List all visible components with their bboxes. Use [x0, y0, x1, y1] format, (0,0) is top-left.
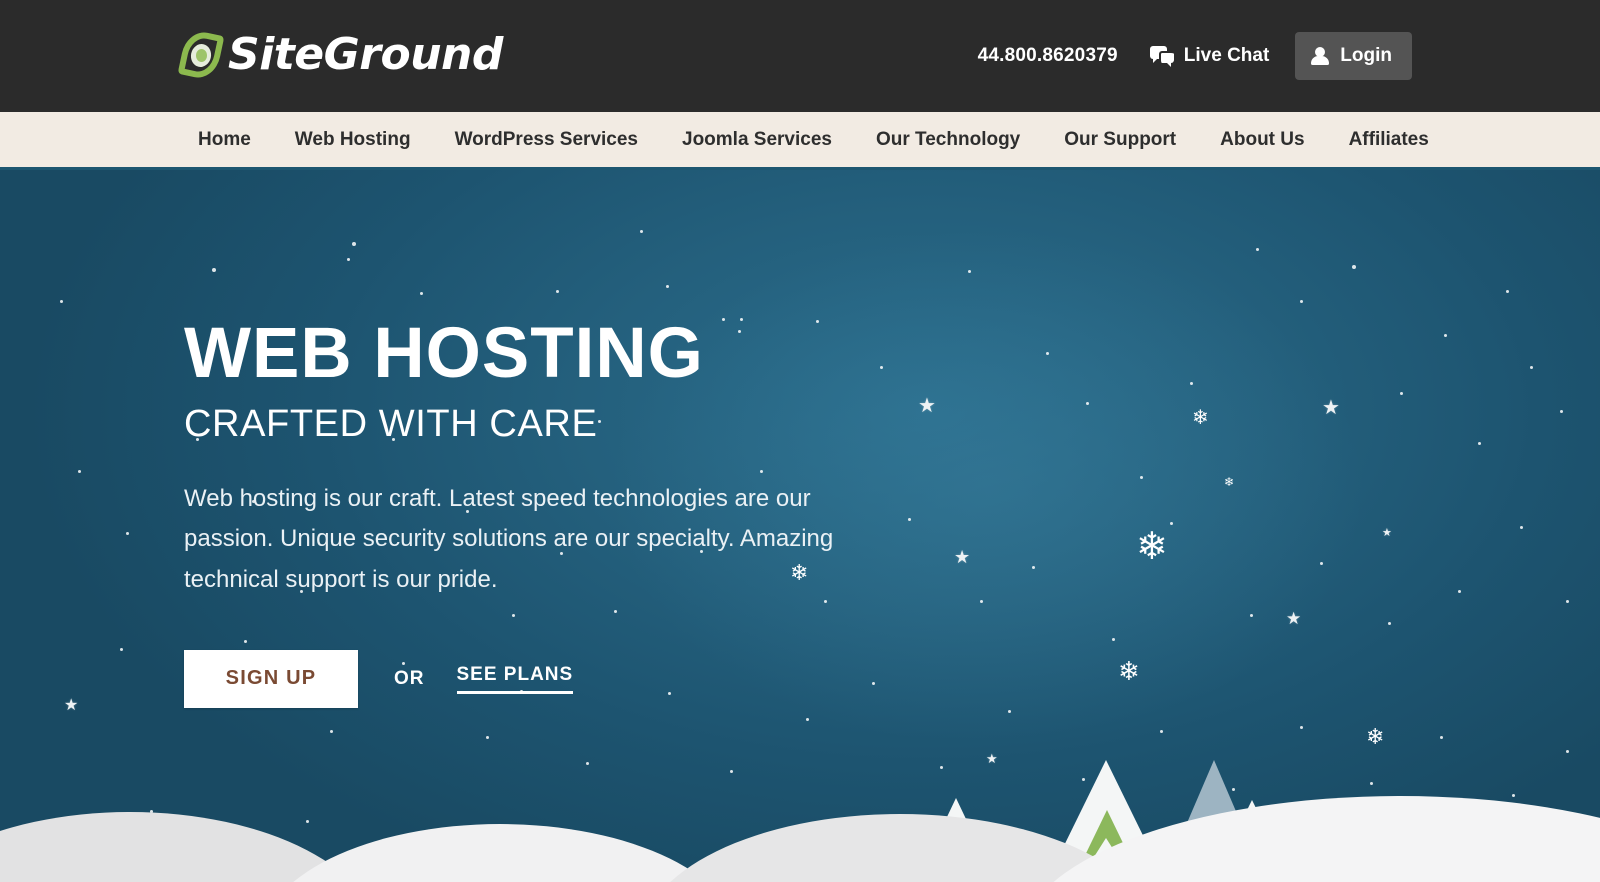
hero-paragraph: Web hosting is our craft. Latest speed t…: [184, 485, 834, 593]
nav-item-our-technology[interactable]: Our Technology: [876, 129, 1020, 151]
hero-subheadline: CRAFTED WITH CARE: [184, 403, 598, 445]
user-icon: [1311, 46, 1330, 66]
hero-copy: WEB HOSTING CRAFTED WITH CARE Web hostin…: [184, 318, 884, 708]
nav-item-about-us[interactable]: About Us: [1220, 129, 1304, 151]
nav-item-affiliates[interactable]: Affiliates: [1349, 129, 1429, 151]
snow-tree-left-green-top: [918, 854, 994, 882]
sign-up-button[interactable]: SIGN UP: [184, 649, 358, 708]
snow-tree-center-snowcap-2: [1035, 838, 1177, 882]
nav-item-home[interactable]: Home: [198, 129, 251, 151]
phone-number[interactable]: 44.800.8620379: [978, 45, 1118, 67]
logo-text: SiteGround: [228, 29, 503, 80]
leaf-logo-icon: [177, 28, 225, 82]
hero-headline: WEB HOSTING: [184, 314, 704, 393]
login-label: Login: [1340, 45, 1392, 66]
live-chat-link[interactable]: Live Chat: [1149, 45, 1270, 67]
see-plans-link[interactable]: SEE PLANS: [456, 664, 574, 694]
login-button[interactable]: Login: [1295, 32, 1412, 80]
nav-item-joomla-services[interactable]: Joomla Services: [682, 129, 832, 151]
live-chat-label: Live Chat: [1183, 45, 1270, 66]
nav-item-wordpress-services[interactable]: WordPress Services: [455, 129, 638, 151]
snow-tree-right-green-top: [1214, 852, 1290, 882]
chat-bubbles-icon: [1149, 46, 1174, 67]
main-navigation: Home Web Hosting WordPress Services Joom…: [0, 112, 1600, 170]
nav-item-our-support[interactable]: Our Support: [1064, 129, 1176, 151]
site-logo[interactable]: SiteGround: [177, 24, 503, 86]
or-separator: OR: [394, 667, 425, 689]
nav-item-web-hosting[interactable]: Web Hosting: [295, 129, 411, 151]
top-bar-actions: 44.800.8620379 Live Chat Login: [978, 0, 1412, 112]
hero-cta-row: SIGN UP OR SEE PLANS: [184, 649, 884, 708]
top-bar: SiteGround 44.800.8620379 Live Chat Logi…: [0, 0, 1600, 112]
